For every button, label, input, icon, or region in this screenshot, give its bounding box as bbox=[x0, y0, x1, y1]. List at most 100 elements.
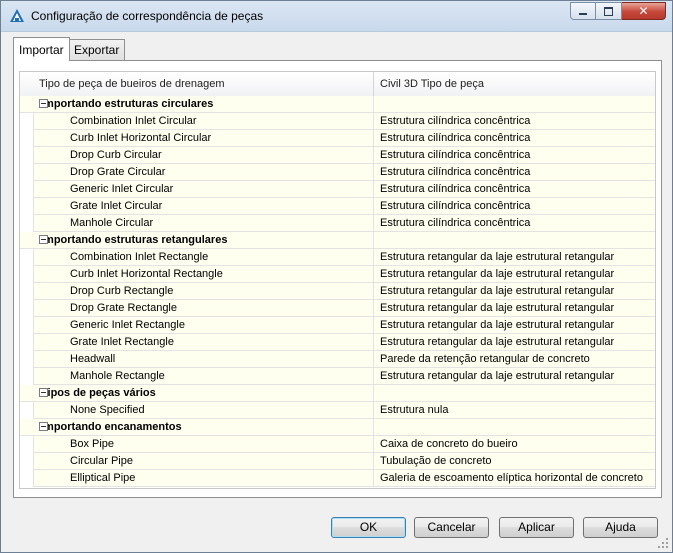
group-value-cell bbox=[373, 419, 655, 436]
row-gutter bbox=[20, 147, 33, 165]
table-row[interactable]: Curb Inlet Horizontal Rectangle Estrutura… bbox=[20, 266, 655, 284]
source-part-type-cell: Drop Grate Circular bbox=[33, 164, 373, 181]
civil3d-part-type-cell[interactable]: Estrutura cilíndrica concêntrica bbox=[373, 164, 655, 181]
dialog-window: Configuração de correspondência de peças… bbox=[0, 0, 673, 553]
civil3d-part-type-cell[interactable]: Estrutura retangular da laje estrutural … bbox=[373, 283, 655, 300]
row-gutter bbox=[20, 436, 33, 454]
ok-button[interactable]: OK bbox=[331, 517, 406, 538]
source-part-type-cell: Generic Inlet Rectangle bbox=[33, 317, 373, 334]
civil3d-part-type-cell[interactable]: Estrutura retangular da laje estrutural … bbox=[373, 266, 655, 283]
source-part-type-cell: Manhole Circular bbox=[33, 215, 373, 232]
table-row[interactable]: Manhole Circular Estrutura cilíndrica con… bbox=[20, 215, 655, 233]
group-row[interactable]: Importando estruturas retangulares bbox=[20, 232, 655, 249]
grid-header: Tipo de peça de bueiros de drenagem Civi… bbox=[20, 72, 655, 97]
civil3d-part-type-cell[interactable]: Estrutura cilíndrica concêntrica bbox=[373, 215, 655, 232]
source-part-type-cell: Curb Inlet Horizontal Rectangle bbox=[33, 266, 373, 283]
row-gutter bbox=[20, 181, 33, 199]
row-gutter bbox=[20, 351, 33, 369]
table-row[interactable]: Generic Inlet Rectangle Estrutura retangu… bbox=[20, 317, 655, 335]
column-header-civil3d-part-type[interactable]: Civil 3D Tipo de peça bbox=[373, 72, 655, 96]
civil3d-part-type-cell[interactable]: Estrutura cilíndrica concêntrica bbox=[373, 130, 655, 147]
collapse-icon[interactable] bbox=[39, 99, 48, 108]
row-gutter bbox=[20, 113, 33, 131]
maximize-icon bbox=[604, 6, 613, 16]
row-gutter bbox=[20, 130, 33, 148]
source-part-type-cell: Curb Inlet Horizontal Circular bbox=[33, 130, 373, 147]
table-row[interactable]: Elliptical Pipe Galeria de escoamento elí… bbox=[20, 470, 655, 488]
table-row[interactable]: Manhole Rectangle Estrutura retangular da… bbox=[20, 368, 655, 386]
civil3d-part-type-cell[interactable]: Estrutura retangular da laje estrutural … bbox=[373, 334, 655, 351]
group-label: Tipos de peças vários bbox=[20, 385, 373, 402]
collapse-icon[interactable] bbox=[39, 235, 48, 244]
table-row[interactable]: Headwall Parede da retenção retangular de… bbox=[20, 351, 655, 369]
group-row[interactable]: Importando encanamentos bbox=[20, 419, 655, 436]
help-button[interactable]: Ajuda bbox=[583, 517, 658, 538]
column-header-source-part-type[interactable]: Tipo de peça de bueiros de drenagem bbox=[33, 72, 373, 96]
table-row[interactable]: Grate Inlet Circular Estrutura cilíndrica… bbox=[20, 198, 655, 216]
row-gutter bbox=[20, 283, 33, 301]
table-row[interactable]: Circular Pipe Tubulação de concreto bbox=[20, 453, 655, 471]
row-gutter bbox=[20, 164, 33, 182]
source-part-type-cell: Elliptical Pipe bbox=[33, 470, 373, 487]
civil3d-part-type-cell[interactable]: Estrutura retangular da laje estrutural … bbox=[373, 317, 655, 334]
collapse-icon[interactable] bbox=[39, 422, 48, 431]
apply-button[interactable]: Aplicar bbox=[499, 517, 574, 538]
civil3d-part-type-cell[interactable]: Tubulação de concreto bbox=[373, 453, 655, 470]
civil3d-part-type-cell[interactable]: Estrutura nula bbox=[373, 402, 655, 419]
civil3d-part-type-cell[interactable]: Estrutura retangular da laje estrutural … bbox=[373, 249, 655, 266]
close-icon: ✕ bbox=[638, 4, 649, 18]
civil3d-part-type-cell[interactable]: Estrutura retangular da laje estrutural … bbox=[373, 368, 655, 385]
civil3d-part-type-cell[interactable]: Galeria de escoamento elíptica horizonta… bbox=[373, 470, 655, 487]
civil3d-part-type-cell[interactable]: Parede da retenção retangular de concret… bbox=[373, 351, 655, 368]
grid-rows: Importando estruturas circulares Combinat… bbox=[20, 96, 655, 488]
row-gutter bbox=[20, 453, 33, 471]
civil3d-part-type-cell[interactable]: Estrutura cilíndrica concêntrica bbox=[373, 181, 655, 198]
source-part-type-cell: Manhole Rectangle bbox=[33, 368, 373, 385]
civil3d-part-type-cell[interactable]: Caixa de concreto do bueiro bbox=[373, 436, 655, 453]
source-part-type-cell: Headwall bbox=[33, 351, 373, 368]
civil3d-part-type-cell[interactable]: Estrutura retangular da laje estrutural … bbox=[373, 300, 655, 317]
group-row[interactable]: Tipos de peças vários bbox=[20, 385, 655, 402]
tab-export[interactable]: Exportar bbox=[68, 39, 126, 60]
group-label: Importando encanamentos bbox=[20, 419, 373, 436]
part-mapping-grid: Tipo de peça de bueiros de drenagem Civi… bbox=[19, 71, 656, 489]
source-part-type-cell: Combination Inlet Circular bbox=[33, 113, 373, 130]
close-button[interactable]: ✕ bbox=[622, 2, 666, 20]
table-row[interactable]: Grate Inlet Rectangle Estrutura retangula… bbox=[20, 334, 655, 352]
row-gutter bbox=[20, 266, 33, 284]
row-gutter bbox=[20, 470, 33, 488]
maximize-button[interactable] bbox=[596, 2, 622, 20]
table-row[interactable]: None Specified Estrutura nula bbox=[20, 402, 655, 420]
title-bar[interactable]: Configuração de correspondência de peças… bbox=[1, 1, 672, 32]
civil3d-part-type-cell[interactable]: Estrutura cilíndrica concêntrica bbox=[373, 113, 655, 130]
group-label: Importando estruturas retangulares bbox=[20, 232, 373, 249]
table-row[interactable]: Drop Grate Circular Estrutura cilíndrica … bbox=[20, 164, 655, 182]
table-row[interactable]: Curb Inlet Horizontal Circular Estrutura … bbox=[20, 130, 655, 148]
table-row[interactable]: Combination Inlet Rectangle Estrutura ret… bbox=[20, 249, 655, 267]
source-part-type-cell: Combination Inlet Rectangle bbox=[33, 249, 373, 266]
row-gutter bbox=[20, 215, 33, 233]
resize-grip-icon[interactable] bbox=[657, 537, 669, 549]
minimize-button[interactable] bbox=[570, 2, 596, 20]
cancel-button[interactable]: Cancelar bbox=[414, 517, 489, 538]
minimize-icon bbox=[579, 13, 587, 15]
table-row[interactable]: Box Pipe Caixa de concreto do bueiro bbox=[20, 436, 655, 454]
table-row[interactable]: Combination Inlet Circular Estrutura cilí… bbox=[20, 113, 655, 131]
group-row[interactable]: Importando estruturas circulares bbox=[20, 96, 655, 113]
row-gutter bbox=[20, 300, 33, 318]
source-part-type-cell: Circular Pipe bbox=[33, 453, 373, 470]
table-row[interactable]: Drop Grate Rectangle Estrutura retangular… bbox=[20, 300, 655, 318]
row-gutter bbox=[20, 198, 33, 216]
civil3d-part-type-cell[interactable]: Estrutura cilíndrica concêntrica bbox=[373, 198, 655, 215]
row-gutter bbox=[20, 317, 33, 335]
collapse-icon[interactable] bbox=[39, 388, 48, 397]
caption-buttons: ✕ bbox=[570, 2, 666, 22]
row-gutter bbox=[20, 334, 33, 352]
table-row[interactable]: Drop Curb Rectangle Estrutura retangular … bbox=[20, 283, 655, 301]
table-row[interactable]: Generic Inlet Circular Estrutura cilíndri… bbox=[20, 181, 655, 199]
civil3d-part-type-cell[interactable]: Estrutura cilíndrica concêntrica bbox=[373, 147, 655, 164]
row-gutter bbox=[20, 368, 33, 386]
source-part-type-cell: Drop Curb Rectangle bbox=[33, 283, 373, 300]
table-row[interactable]: Drop Curb Circular Estrutura cilíndrica c… bbox=[20, 147, 655, 165]
tab-import[interactable]: Importar bbox=[13, 37, 70, 61]
